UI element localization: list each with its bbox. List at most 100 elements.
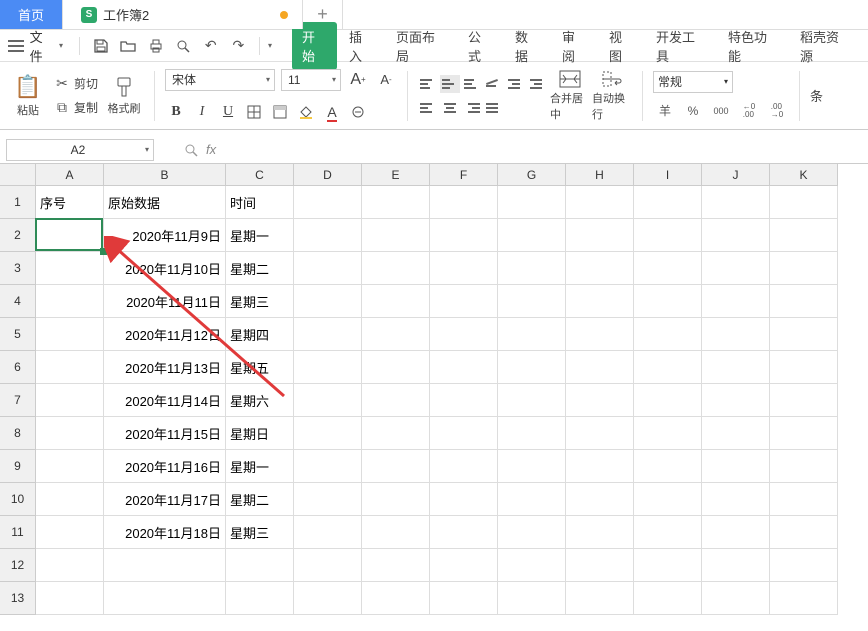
cell-G6[interactable]: [498, 351, 566, 384]
align-left-button[interactable]: [418, 99, 438, 117]
copy-button[interactable]: ⧉ 复制: [50, 97, 102, 118]
cell-J2[interactable]: [702, 219, 770, 252]
align-bottom-button[interactable]: [462, 75, 482, 93]
cell-K4[interactable]: [770, 285, 838, 318]
cell-A5[interactable]: [36, 318, 104, 351]
cancel-edit-icon[interactable]: [184, 143, 198, 157]
cell-B13[interactable]: [104, 582, 226, 615]
cell-D10[interactable]: [294, 483, 362, 516]
cell-G10[interactable]: [498, 483, 566, 516]
cell-C1[interactable]: 时间: [226, 186, 294, 219]
ribbon-tab-开发工具[interactable]: 开发工具: [646, 22, 716, 70]
cell-I3[interactable]: [634, 252, 702, 285]
cell-B11[interactable]: 2020年11月18日: [104, 516, 226, 549]
cell-D1[interactable]: [294, 186, 362, 219]
cell-H7[interactable]: [566, 384, 634, 417]
cell-A6[interactable]: [36, 351, 104, 384]
cell-I5[interactable]: [634, 318, 702, 351]
cell-C7[interactable]: 星期六: [226, 384, 294, 417]
align-right-button[interactable]: [462, 99, 482, 117]
cell-A2[interactable]: [36, 219, 104, 252]
column-header-B[interactable]: B: [104, 164, 226, 186]
cell-J9[interactable]: [702, 450, 770, 483]
menu-icon[interactable]: [8, 40, 24, 52]
row-header-13[interactable]: 13: [0, 582, 36, 615]
cell-J3[interactable]: [702, 252, 770, 285]
column-header-I[interactable]: I: [634, 164, 702, 186]
cell-G9[interactable]: [498, 450, 566, 483]
cell-F5[interactable]: [430, 318, 498, 351]
cell-B2[interactable]: 2020年11月9日: [104, 219, 226, 252]
cell-J8[interactable]: [702, 417, 770, 450]
cell-I7[interactable]: [634, 384, 702, 417]
bold-button[interactable]: B: [165, 101, 187, 123]
new-tab-button[interactable]: +: [303, 0, 343, 29]
column-header-A[interactable]: A: [36, 164, 104, 186]
column-header-D[interactable]: D: [294, 164, 362, 186]
underline-button[interactable]: U: [217, 101, 239, 123]
row-header-9[interactable]: 9: [0, 450, 36, 483]
cut-button[interactable]: ✂ 剪切: [50, 73, 102, 94]
merge-center-button[interactable]: 合并居中: [550, 66, 590, 126]
cell-E4[interactable]: [362, 285, 430, 318]
cell-D2[interactable]: [294, 219, 362, 252]
print-preview-icon[interactable]: [174, 36, 194, 56]
cell-J10[interactable]: [702, 483, 770, 516]
row-header-8[interactable]: 8: [0, 417, 36, 450]
home-tab[interactable]: 首页: [0, 0, 63, 29]
cell-K2[interactable]: [770, 219, 838, 252]
indent-decrease-button[interactable]: [506, 75, 526, 93]
cell-E2[interactable]: [362, 219, 430, 252]
cell-C13[interactable]: [226, 582, 294, 615]
cell-H5[interactable]: [566, 318, 634, 351]
cell-E6[interactable]: [362, 351, 430, 384]
cell-H12[interactable]: [566, 549, 634, 582]
cell-F13[interactable]: [430, 582, 498, 615]
cell-G4[interactable]: [498, 285, 566, 318]
cell-J5[interactable]: [702, 318, 770, 351]
cell-A10[interactable]: [36, 483, 104, 516]
open-icon[interactable]: [118, 36, 138, 56]
workbook-tab[interactable]: S 工作簿2: [63, 0, 303, 29]
qat-customize-caret-icon[interactable]: ▾: [268, 41, 272, 50]
ribbon-tab-页面布局[interactable]: 页面布局: [386, 22, 456, 70]
currency-button[interactable]: 羊: [653, 101, 677, 121]
ribbon-tab-公式[interactable]: 公式: [458, 22, 503, 70]
select-all-corner[interactable]: [0, 164, 36, 186]
cell-B4[interactable]: 2020年11月11日: [104, 285, 226, 318]
cell-D7[interactable]: [294, 384, 362, 417]
font-color-button[interactable]: A: [321, 101, 343, 123]
cell-F7[interactable]: [430, 384, 498, 417]
row-header-3[interactable]: 3: [0, 252, 36, 285]
cell-K9[interactable]: [770, 450, 838, 483]
font-name-select[interactable]: 宋体 ▾: [165, 69, 275, 91]
cell-H2[interactable]: [566, 219, 634, 252]
cell-F9[interactable]: [430, 450, 498, 483]
cell-I4[interactable]: [634, 285, 702, 318]
cell-G5[interactable]: [498, 318, 566, 351]
paste-button[interactable]: 📋 粘贴: [8, 66, 48, 126]
cell-H6[interactable]: [566, 351, 634, 384]
conditional-format-label[interactable]: 条: [810, 86, 823, 105]
ribbon-tab-数据[interactable]: 数据: [505, 22, 550, 70]
file-menu-caret-icon[interactable]: ▾: [59, 41, 63, 50]
fill-color-button[interactable]: [295, 101, 317, 123]
cell-H4[interactable]: [566, 285, 634, 318]
cell-F2[interactable]: [430, 219, 498, 252]
name-box[interactable]: A2 ▾: [6, 139, 154, 161]
cell-H9[interactable]: [566, 450, 634, 483]
row-header-2[interactable]: 2: [0, 219, 36, 252]
cell-F12[interactable]: [430, 549, 498, 582]
indent-increase-button[interactable]: [528, 75, 548, 93]
cell-B6[interactable]: 2020年11月13日: [104, 351, 226, 384]
decrease-decimal-button[interactable]: ←0 .00: [737, 101, 761, 121]
cell-K10[interactable]: [770, 483, 838, 516]
align-middle-button[interactable]: [440, 75, 460, 93]
number-format-select[interactable]: 常规 ▾: [653, 71, 733, 93]
cell-E13[interactable]: [362, 582, 430, 615]
column-header-K[interactable]: K: [770, 164, 838, 186]
cell-I2[interactable]: [634, 219, 702, 252]
cell-I6[interactable]: [634, 351, 702, 384]
cell-D11[interactable]: [294, 516, 362, 549]
orientation-button[interactable]: [484, 75, 504, 93]
